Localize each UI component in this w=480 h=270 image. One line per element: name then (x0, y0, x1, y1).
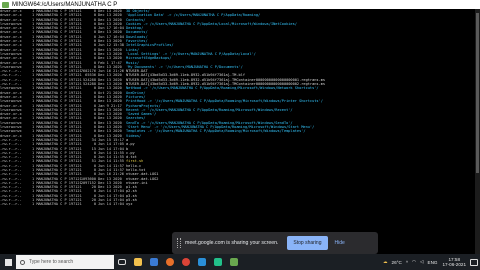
mail-icon[interactable] (146, 254, 162, 270)
file-date: Jun 14 17:04 (98, 202, 124, 207)
file-explorer-icon[interactable] (130, 254, 146, 270)
file-size: 0 (93, 202, 96, 207)
notification-icon[interactable] (470, 258, 478, 266)
chrome-icon[interactable] (178, 254, 194, 270)
window-title: MINGW64:/c/Users/MANJUNATHA C P (12, 1, 118, 8)
weather-temp[interactable]: 26°C (392, 260, 402, 265)
terminal-output[interactable]: drwxr-xr-x 1 MANJUNATHA C P 197121 0 Dec 13… (0, 9, 480, 254)
search-icon (20, 259, 25, 265)
weather-icon[interactable]: ☁ (383, 259, 388, 265)
language-indicator[interactable]: ENG (428, 260, 438, 265)
file-name: Videos/ (126, 133, 142, 138)
scrollbar-thumb[interactable] (476, 13, 479, 173)
pycharm-icon[interactable] (210, 254, 226, 270)
firefox-icon[interactable] (162, 254, 178, 270)
search-placeholder: Type here to search (29, 259, 74, 265)
hide-button[interactable]: Hide (335, 240, 345, 246)
file-name: xyz (126, 202, 133, 207)
window-titlebar[interactable]: MINGW64:/c/Users/MANJUNATHA C P (0, 0, 480, 9)
file-name: Cookies -> /c/Users/MANJUNATHA C P/AppDa… (126, 21, 297, 26)
task-view-icon[interactable] (114, 254, 130, 270)
taskbar-search-input[interactable]: Type here to search (16, 255, 114, 269)
tray-overflow-icon[interactable]: ^ (406, 260, 408, 265)
terminal-line: -rw-r--r-- 1 MANJUNATHA C P 197121 0 Jun 14… (0, 202, 480, 206)
file-permissions: -rw-r--r-- (0, 202, 22, 207)
screen-share-banner: meet.google.com is sharing your screen. … (172, 232, 378, 254)
volume-icon[interactable]: ◁ (420, 259, 424, 265)
system-tray: ☁ 26°C ^ ◠ ◁ ENG 17:58 17-06-2021 (381, 254, 480, 270)
vscode-icon[interactable] (194, 254, 210, 270)
windows-taskbar: Type here to search ☁ 26°C ^ ◠ ◁ ENG 17:… (0, 254, 480, 270)
start-button[interactable] (0, 254, 16, 270)
drag-handle-icon[interactable] (177, 238, 181, 248)
terminal-scrollbar[interactable] (475, 9, 480, 254)
windows-logo-icon (4, 258, 12, 266)
file-name: NetHood -> '/c/Users/MANJUNATHA C P/AppD… (126, 86, 319, 91)
stop-sharing-button[interactable]: Stop sharing (287, 236, 328, 250)
file-name: 'Application Data' -> /c/Users/MANJUNATH… (126, 13, 261, 18)
terminal-app-icon[interactable] (226, 254, 242, 270)
taskbar-clock[interactable]: 17:58 17-06-2021 (443, 257, 467, 268)
clock-date: 17-06-2021 (442, 262, 467, 267)
wifi-icon[interactable]: ◠ (412, 259, 416, 265)
share-message: meet.google.com is sharing your screen. (185, 240, 279, 246)
file-name: Templates -> '/c/Users/MANJUNATHA C P/Ap… (126, 129, 306, 134)
mingw-app-icon (2, 1, 9, 8)
file-owner: 1 MANJUNATHA C P 197121 (32, 202, 82, 207)
